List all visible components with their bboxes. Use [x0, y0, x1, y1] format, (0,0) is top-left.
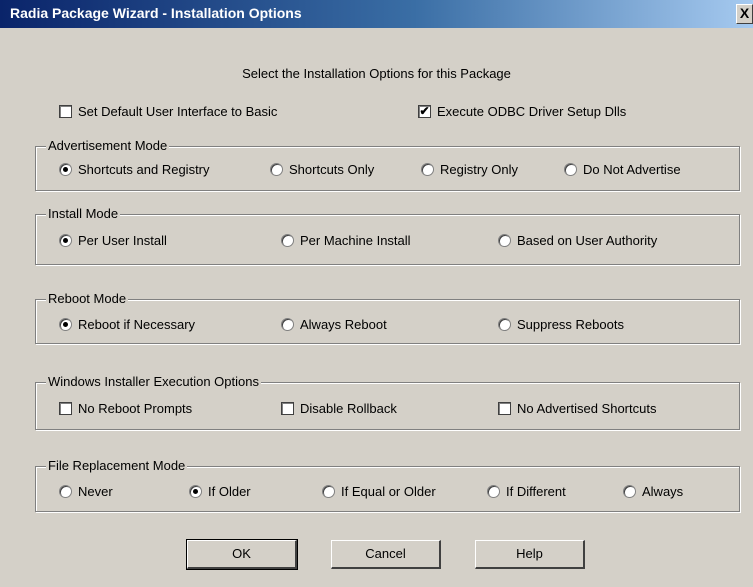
checkbox-box[interactable]: ✔	[418, 105, 431, 118]
radio-selected-dot	[63, 322, 68, 327]
radio-label: Do Not Advertise	[583, 162, 681, 177]
radio-circle[interactable]	[498, 234, 511, 247]
title-bar[interactable]: Radia Package Wizard - Installation Opti…	[0, 0, 753, 28]
group-legend: Reboot Mode	[46, 291, 129, 307]
radio-circle[interactable]	[322, 485, 335, 498]
radio-circle[interactable]	[59, 318, 72, 331]
radio-circle[interactable]	[59, 234, 72, 247]
radio-selected-dot	[193, 489, 198, 494]
radio-circle[interactable]	[59, 163, 72, 176]
window-title: Radia Package Wizard - Installation Opti…	[10, 5, 302, 21]
radio-label: Never	[78, 484, 113, 499]
checkbox-label: No Advertised Shortcuts	[517, 401, 657, 416]
checkbox-label: Disable Rollback	[300, 401, 397, 416]
checkbox-box[interactable]	[59, 402, 72, 415]
radio-label: Per User Install	[78, 233, 167, 248]
radio-label: Always Reboot	[300, 317, 387, 332]
radio-selected-dot	[63, 238, 68, 243]
radio-label: Suppress Reboots	[517, 317, 624, 332]
radio-label: Based on User Authority	[517, 233, 658, 248]
radio-circle[interactable]	[281, 234, 294, 247]
radio-label: Shortcuts and Registry	[78, 162, 210, 177]
group-legend: Windows Installer Execution Options	[46, 374, 261, 390]
radio-circle[interactable]	[487, 485, 500, 498]
radio-circle[interactable]	[498, 318, 511, 331]
help-button[interactable]: Help	[475, 540, 585, 569]
radio-circle[interactable]	[623, 485, 636, 498]
checkbox-box[interactable]	[59, 105, 72, 118]
radio-label: Shortcuts Only	[289, 162, 375, 177]
radio-label: If Equal or Older	[341, 484, 436, 499]
radio-circle[interactable]	[59, 485, 72, 498]
checkbox-label: No Reboot Prompts	[78, 401, 193, 416]
radio-circle[interactable]	[564, 163, 577, 176]
group-legend: File Replacement Mode	[46, 458, 188, 474]
radio-circle[interactable]	[189, 485, 202, 498]
checkbox-box[interactable]	[498, 402, 511, 415]
ok-button[interactable]: OK	[186, 539, 298, 570]
group-legend: Install Mode	[46, 206, 121, 222]
radio-circle[interactable]	[421, 163, 434, 176]
radio-circle[interactable]	[281, 318, 294, 331]
radio-label: Always	[642, 484, 684, 499]
dialog-heading: Select the Installation Options for this…	[242, 66, 511, 81]
checkbox-label: Execute ODBC Driver Setup Dlls	[437, 104, 627, 119]
radio-label: If Different	[506, 484, 566, 499]
radio-label: Per Machine Install	[300, 233, 411, 248]
radio-selected-dot	[63, 167, 68, 172]
group-legend: Advertisement Mode	[46, 138, 170, 154]
radio-label: Reboot if Necessary	[78, 317, 196, 332]
close-button[interactable]: X	[736, 4, 753, 24]
cancel-button[interactable]: Cancel	[331, 540, 441, 569]
dialog-window: Radia Package Wizard - Installation Opti…	[0, 0, 753, 587]
radio-label: Registry Only	[440, 162, 519, 177]
checkbox-label: Set Default User Interface to Basic	[78, 104, 278, 119]
checkbox-box[interactable]	[281, 402, 294, 415]
radio-circle[interactable]	[270, 163, 283, 176]
radio-label: If Older	[208, 484, 251, 499]
